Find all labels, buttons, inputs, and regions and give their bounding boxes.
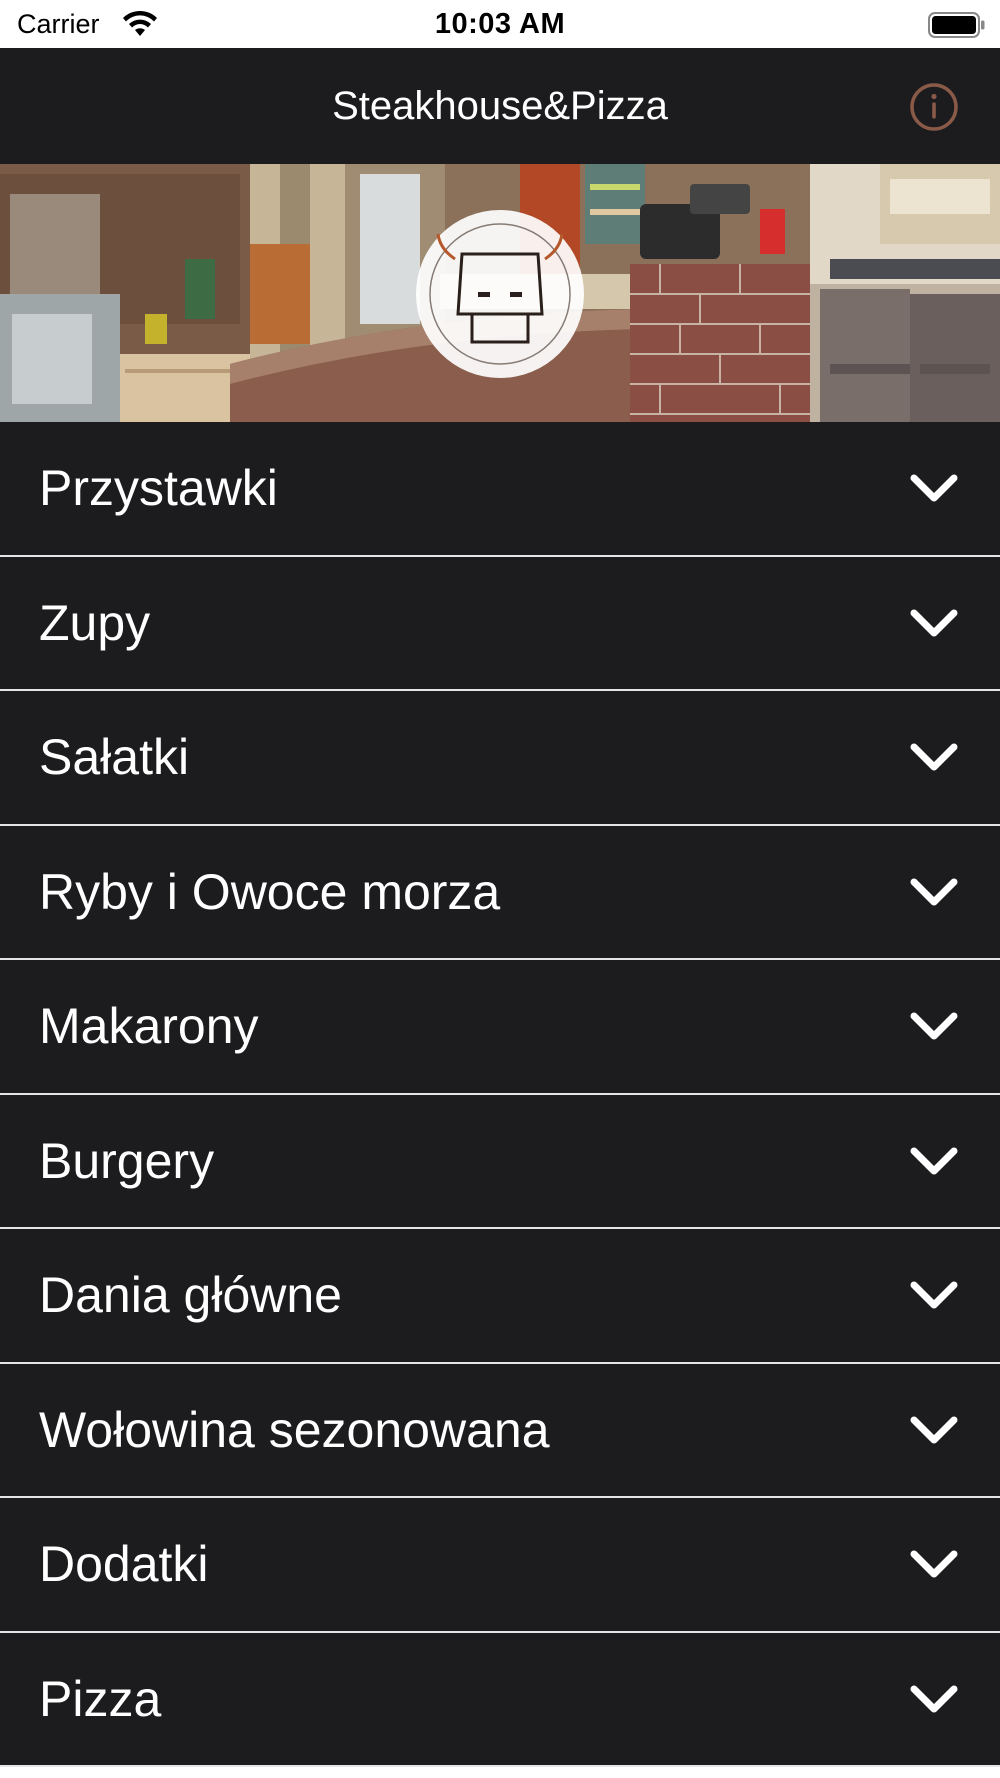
menu-item-label: Burgery [39,1132,215,1189]
menu-item-label: Zupy [39,594,151,651]
chevron-down-icon [910,743,958,771]
menu-item-label: Makarony [39,998,259,1055]
chevron-down-icon [910,1012,958,1040]
page-title: Steakhouse&Pizza [332,84,668,128]
menu-category-list: Przystawki Zupy Sałatki Ryby i Owoce mor… [0,422,1000,1767]
navigation-bar: Steakhouse&Pizza [0,48,1000,164]
battery-icon [928,12,985,38]
menu-item-dodatki[interactable]: Dodatki [0,1498,1000,1633]
menu-item-zupy[interactable]: Zupy [0,556,1000,691]
chevron-down-icon [910,1416,958,1444]
menu-item-label: Przystawki [39,460,278,517]
clock: 10:03 AM [434,8,566,40]
menu-item-ryby-i-owoce-morza[interactable]: Ryby i Owoce morza [0,825,1000,960]
status-bar: Carrier 10:03 AM [0,0,1000,48]
menu-item-salatki[interactable]: Sałatki [0,691,1000,826]
chevron-down-icon [910,1550,958,1578]
chevron-down-icon [910,609,958,637]
info-icon[interactable] [908,81,960,133]
chevron-down-icon [910,474,958,502]
menu-item-label: Sałatki [39,729,190,786]
hero-banner [0,164,1000,422]
menu-item-label: Dodatki [39,1536,209,1593]
menu-item-pizza[interactable]: Pizza [0,1632,1000,1767]
menu-item-label: Ryby i Owoce morza [39,863,501,920]
restaurant-photo [0,164,1000,422]
menu-item-dania-glowne[interactable]: Dania główne [0,1229,1000,1364]
chevron-down-icon [910,1147,958,1175]
menu-item-label: Dania główne [39,1267,342,1324]
menu-item-label: Pizza [39,1670,162,1727]
menu-item-przystawki[interactable]: Przystawki [0,422,1000,557]
chevron-down-icon [910,1281,958,1309]
menu-item-burgery[interactable]: Burgery [0,1094,1000,1229]
menu-item-makarony[interactable]: Makarony [0,960,1000,1095]
menu-item-wolowina-sezonowana[interactable]: Wołowina sezonowana [0,1363,1000,1498]
chevron-down-icon [910,878,958,906]
chevron-down-icon [910,1685,958,1713]
restaurant-logo [416,210,584,378]
menu-item-label: Wołowina sezonowana [39,1401,550,1458]
